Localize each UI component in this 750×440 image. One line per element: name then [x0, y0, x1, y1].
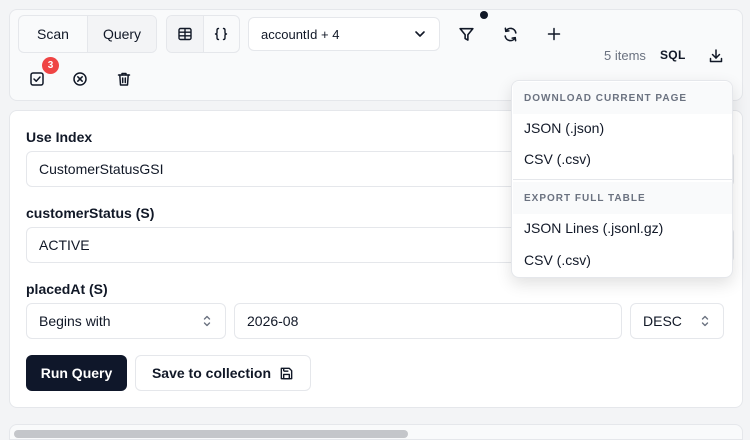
- sort-key-value: 2026-08: [247, 313, 299, 329]
- menu-item-json[interactable]: JSON (.json): [524, 120, 604, 136]
- menu-item-full-csv[interactable]: CSV (.csv): [524, 252, 591, 268]
- sort-key-value-input[interactable]: 2026-08: [234, 303, 622, 339]
- tab-scan[interactable]: Scan: [19, 16, 87, 52]
- filter-active-indicator: [480, 11, 488, 19]
- braces-icon: [215, 27, 228, 41]
- download-button[interactable]: [702, 42, 730, 70]
- attribute-select-value: accountId + 4: [261, 26, 340, 42]
- sql-button[interactable]: SQL: [660, 48, 686, 62]
- partition-key-label: customerStatus (S): [26, 205, 155, 221]
- view-toggle: [166, 15, 240, 53]
- partition-key-value: ACTIVE: [39, 237, 90, 253]
- tab-query[interactable]: Query: [87, 16, 156, 52]
- attribute-select[interactable]: accountId + 4: [248, 17, 440, 51]
- plus-icon: [547, 27, 561, 41]
- clear-selection-button[interactable]: [66, 65, 94, 93]
- json-view-button[interactable]: [202, 16, 240, 52]
- table-icon: [178, 27, 192, 41]
- menu-divider: [513, 179, 732, 180]
- refresh-button[interactable]: [496, 20, 524, 48]
- add-item-button[interactable]: [540, 20, 568, 48]
- selection-count-badge: 3: [42, 57, 59, 74]
- chevron-up-down-icon: [203, 315, 211, 327]
- delete-button[interactable]: [110, 65, 138, 93]
- items-count: 5 items: [604, 48, 646, 63]
- menu-item-csv[interactable]: CSV (.csv): [524, 151, 591, 167]
- table-view-button[interactable]: [167, 16, 203, 52]
- scrollbar-thumb[interactable]: [14, 430, 408, 438]
- refresh-icon: [503, 27, 517, 41]
- sort-key-operator-select[interactable]: Begins with: [26, 303, 226, 339]
- sort-key-operator-value: Begins with: [39, 313, 111, 329]
- trash-icon: [117, 72, 131, 86]
- index-select-value: CustomerStatusGSI: [39, 161, 164, 177]
- chevron-down-icon: [415, 31, 425, 37]
- floppy-disk-icon: [280, 367, 293, 379]
- menu-item-jsonl[interactable]: JSON Lines (.jsonl.gz): [524, 220, 663, 236]
- run-query-button[interactable]: Run Query: [26, 355, 127, 391]
- save-to-collection-button[interactable]: Save to collection: [135, 355, 311, 391]
- checkbox-icon: [30, 72, 44, 86]
- sort-order-value: DESC: [643, 313, 682, 329]
- index-label: Use Index: [26, 129, 93, 145]
- download-current-page-header: DOWNLOAD CURRENT PAGE: [513, 82, 732, 114]
- sort-key-label: placedAt (S): [26, 281, 108, 297]
- sort-order-select[interactable]: DESC: [630, 303, 724, 339]
- download-menu: DOWNLOAD CURRENT PAGE JSON (.json) CSV (…: [511, 80, 733, 278]
- circle-x-icon: [73, 72, 87, 86]
- filter-button[interactable]: [452, 20, 480, 48]
- save-to-collection-label: Save to collection: [151, 365, 272, 381]
- filter-icon: [458, 27, 474, 41]
- download-icon: [709, 49, 723, 63]
- chevron-up-down-icon: [701, 315, 709, 327]
- mode-toggle: Scan Query: [18, 15, 157, 53]
- export-full-table-header: EXPORT FULL TABLE: [513, 182, 732, 214]
